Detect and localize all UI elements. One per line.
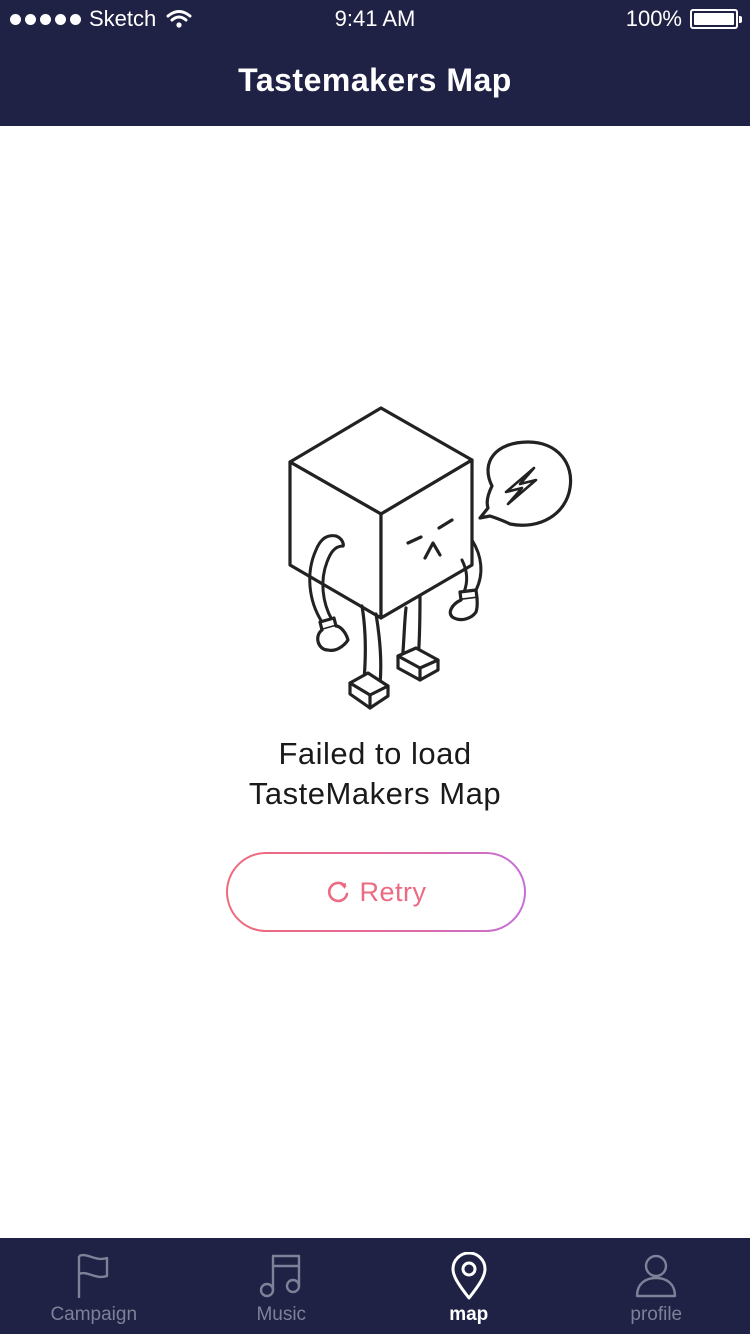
- tab-campaign[interactable]: Campaign: [0, 1238, 188, 1334]
- retry-button-inner[interactable]: Retry: [228, 854, 524, 930]
- bottom-tab-bar: Campaign Music map profile: [0, 1238, 750, 1334]
- tab-music[interactable]: Music: [188, 1238, 376, 1334]
- broken-box-robot-illustration: [288, 406, 573, 710]
- tab-profile-label: profile: [630, 1304, 683, 1325]
- status-bar: Sketch 9:41 AM 100%: [0, 0, 750, 40]
- refresh-icon: [328, 881, 349, 903]
- retry-button-label: Retry: [359, 876, 427, 907]
- tab-map[interactable]: map: [375, 1238, 563, 1334]
- flag-icon: [77, 1253, 108, 1298]
- battery-percentage: 100%: [625, 6, 682, 31]
- status-right: 100%: [625, 6, 742, 32]
- tab-music-label: Music: [256, 1304, 307, 1325]
- battery-icon: [690, 9, 742, 29]
- tab-map-label: map: [449, 1304, 489, 1325]
- error-message-line-1: Failed to load: [278, 736, 472, 771]
- tab-campaign-label: Campaign: [50, 1304, 138, 1325]
- page-title: Tastemakers Map: [238, 62, 512, 98]
- tab-profile[interactable]: profile: [563, 1238, 750, 1334]
- error-message-line-2: TasteMakers Map: [248, 776, 502, 811]
- person-icon: [636, 1254, 677, 1298]
- retry-button[interactable]: Retry: [226, 852, 526, 932]
- music-note-icon: [260, 1254, 301, 1298]
- map-pin-icon: [451, 1252, 487, 1300]
- app-header: Sketch 9:41 AM 100% Tastemakers Map: [0, 0, 750, 126]
- error-message: Failed to load TasteMakers Map: [0, 734, 750, 814]
